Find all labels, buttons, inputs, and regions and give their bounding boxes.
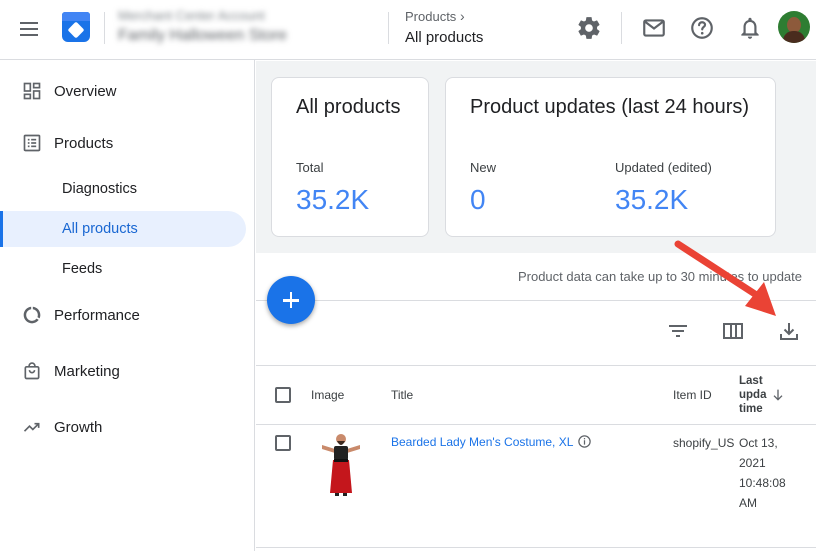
account-name: Family Halloween Store bbox=[118, 27, 287, 44]
breadcrumb-parent-label[interactable]: Products bbox=[405, 9, 456, 24]
date-line: Oct 13, bbox=[739, 436, 778, 450]
total-value: 35.2K bbox=[296, 184, 370, 215]
new-label: New bbox=[470, 160, 497, 175]
column-header-title[interactable]: Title bbox=[391, 388, 413, 402]
date-line: AM bbox=[739, 496, 757, 510]
list-icon bbox=[23, 134, 41, 152]
divider bbox=[104, 12, 105, 44]
row-checkbox[interactable] bbox=[275, 435, 291, 451]
summary-area: All products Total 35.2K Product updates… bbox=[256, 61, 816, 253]
help-icon[interactable] bbox=[689, 15, 715, 41]
sidebar-item-label: Marketing bbox=[54, 362, 120, 380]
chevron-right-icon: › bbox=[459, 8, 465, 24]
date-line: 10:48:08 bbox=[739, 476, 786, 490]
sidebar-item-diagnostics[interactable]: Diagnostics bbox=[0, 171, 246, 207]
select-all-checkbox[interactable] bbox=[275, 387, 291, 403]
breadcrumb: Products › All products bbox=[405, 8, 483, 46]
sidebar-item-performance[interactable]: Performance bbox=[0, 297, 246, 333]
column-header-image: Image bbox=[311, 388, 345, 402]
sidebar-item-overview[interactable]: Overview bbox=[0, 73, 246, 109]
shopping-bag-icon bbox=[24, 362, 40, 380]
menu-icon[interactable] bbox=[18, 17, 42, 41]
avatar[interactable] bbox=[778, 11, 810, 43]
card-title: All products bbox=[296, 96, 401, 118]
column-header-last-update[interactable]: Last upda time bbox=[739, 374, 766, 416]
date-line: 2021 bbox=[739, 456, 766, 470]
sidebar-item-marketing[interactable]: Marketing bbox=[0, 353, 246, 389]
sidebar-item-label: Overview bbox=[54, 82, 117, 100]
product-thumbnail[interactable] bbox=[318, 431, 364, 497]
updated-label: Updated (edited) bbox=[615, 160, 712, 175]
sidebar: Overview Products Diagnostics All produc… bbox=[0, 60, 255, 551]
divider bbox=[621, 12, 622, 44]
sidebar-item-label: All products bbox=[62, 221, 138, 237]
sidebar-item-label: Growth bbox=[54, 418, 103, 436]
header-line: time bbox=[739, 403, 763, 415]
sidebar-item-label: Performance bbox=[54, 306, 140, 324]
account-sub: Merchant Center Account bbox=[118, 8, 265, 23]
sidebar-item-feeds[interactable]: Feeds bbox=[0, 251, 246, 287]
divider bbox=[256, 547, 816, 548]
top-bar: Merchant Center Account Family Halloween… bbox=[0, 0, 816, 60]
sort-arrow-down-icon[interactable] bbox=[770, 387, 786, 403]
sidebar-item-products[interactable]: Products bbox=[0, 125, 246, 161]
divider bbox=[256, 300, 816, 301]
updated-value: 35.2K bbox=[615, 184, 689, 215]
main-content: All products Total 35.2K Product updates… bbox=[256, 61, 816, 551]
product-title-link[interactable]: Bearded Lady Men's Costume, XL bbox=[391, 435, 573, 449]
sidebar-item-label: Diagnostics bbox=[62, 181, 137, 197]
all-products-card: All products Total 35.2K bbox=[271, 77, 429, 237]
update-note: Product data can take up to 30 minutes t… bbox=[517, 269, 802, 284]
dashboard-icon bbox=[23, 82, 41, 100]
filter-icon[interactable] bbox=[666, 319, 690, 343]
header-line: upda bbox=[739, 389, 767, 401]
sidebar-item-all-products[interactable]: All products bbox=[0, 211, 246, 247]
account-switcher[interactable]: Merchant Center Account Family Halloween… bbox=[118, 8, 370, 48]
card-title: Product updates (last 24 hours) bbox=[470, 96, 750, 118]
new-value: 0 bbox=[470, 184, 486, 215]
mail-icon[interactable] bbox=[641, 15, 667, 41]
column-header-item-id[interactable]: Item ID bbox=[673, 388, 712, 402]
divider bbox=[388, 12, 389, 44]
notifications-icon[interactable] bbox=[737, 15, 763, 41]
breadcrumb-parent[interactable]: Products › bbox=[405, 8, 483, 24]
info-icon[interactable] bbox=[577, 434, 592, 449]
sidebar-item-growth[interactable]: Growth bbox=[0, 409, 246, 445]
download-icon[interactable] bbox=[777, 319, 801, 343]
sidebar-item-label: Feeds bbox=[62, 261, 103, 277]
trending-icon bbox=[23, 422, 40, 432]
divider bbox=[256, 365, 816, 366]
columns-icon[interactable] bbox=[721, 319, 745, 343]
divider bbox=[256, 424, 816, 425]
total-label: Total bbox=[296, 160, 324, 175]
page-title: All products bbox=[405, 29, 484, 46]
add-product-button[interactable] bbox=[267, 276, 315, 324]
header-line: Last bbox=[739, 375, 763, 387]
sidebar-item-label: Products bbox=[54, 134, 114, 152]
last-update-cell: Oct 13, 2021 10:48:08 AM bbox=[739, 433, 786, 513]
item-id-cell: shopify_US bbox=[673, 436, 735, 450]
donut-icon bbox=[23, 306, 41, 324]
settings-icon[interactable] bbox=[576, 15, 602, 41]
merchant-center-logo bbox=[62, 12, 90, 42]
product-updates-card: Product updates (last 24 hours) New 0 Up… bbox=[445, 77, 776, 237]
